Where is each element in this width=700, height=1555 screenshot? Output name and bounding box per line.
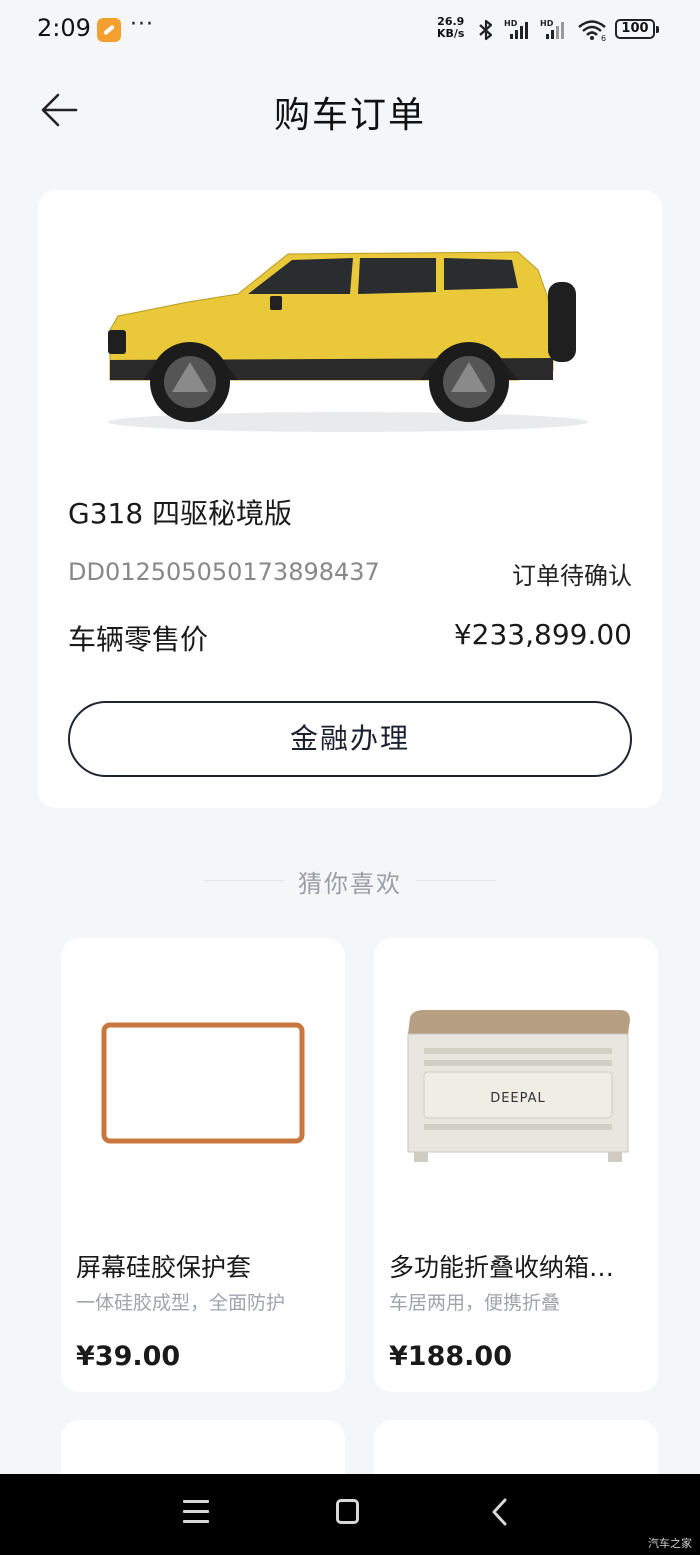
recent-apps-icon[interactable] <box>183 1500 209 1530</box>
product-price: ¥188.00 <box>389 1341 512 1372</box>
retail-price-label: 车辆零售价 <box>68 623 209 656</box>
wifi-icon: 6 <box>578 20 606 42</box>
screen-protector-image <box>101 1022 305 1144</box>
order-status: 订单待确认 <box>512 562 632 590</box>
product-name: 屏幕硅胶保护套 <box>76 1253 252 1282</box>
retail-price-value: ¥233,899.00 <box>453 618 632 651</box>
more-notifications-icon: ··· <box>130 12 154 37</box>
finance-button[interactable]: 金融办理 <box>68 701 632 777</box>
car-model-name: G318 四驱秘境版 <box>68 497 293 530</box>
product-name: 多功能折叠收纳箱… <box>389 1253 615 1282</box>
app-notification-icon <box>97 18 121 42</box>
home-icon[interactable] <box>336 1499 359 1524</box>
speed-unit: KB/s <box>437 27 465 40</box>
status-time: 2:09 <box>37 14 91 42</box>
bluetooth-icon <box>479 19 493 41</box>
storage-box-image: DEEPAL <box>407 1010 630 1162</box>
product-desc: 车居两用，便携折叠 <box>389 1292 561 1314</box>
order-number: DD012505050173898437 <box>68 558 380 586</box>
signal-hd-icon-2: HD <box>540 19 564 39</box>
signal-hd-icon-1: HD <box>504 19 528 39</box>
product-desc: 一体硅胶成型，全面防护 <box>76 1292 286 1314</box>
product-logo: DEEPAL <box>490 1091 546 1106</box>
svg-text:6: 6 <box>601 34 606 42</box>
divider-right <box>416 880 496 881</box>
order-card: G318 四驱秘境版 DD012505050173898437 订单待确认 车辆… <box>38 190 662 808</box>
back-nav-icon[interactable] <box>488 1497 512 1527</box>
page-title: 购车订单 <box>273 95 426 136</box>
network-speed: 26.9 KB/s <box>437 16 464 40</box>
svg-text:HD: HD <box>504 19 518 28</box>
watermark: 汽车之家 <box>648 1537 692 1550</box>
svg-text:HD: HD <box>540 19 554 28</box>
car-image <box>108 251 588 432</box>
recommend-title: 猜你喜欢 <box>298 870 402 898</box>
battery-icon: 100 <box>615 19 659 39</box>
product-price: ¥39.00 <box>76 1341 181 1372</box>
status-bar: 2:09 ··· 26.9 KB/s HD HD 6 100 <box>0 0 700 60</box>
product-card[interactable]: DEEPAL 多功能折叠收纳箱… 车居两用，便携折叠 ¥188.00 <box>374 938 658 1392</box>
product-card[interactable]: 屏幕硅胶保护套 一体硅胶成型，全面防护 ¥39.00 <box>61 938 345 1392</box>
